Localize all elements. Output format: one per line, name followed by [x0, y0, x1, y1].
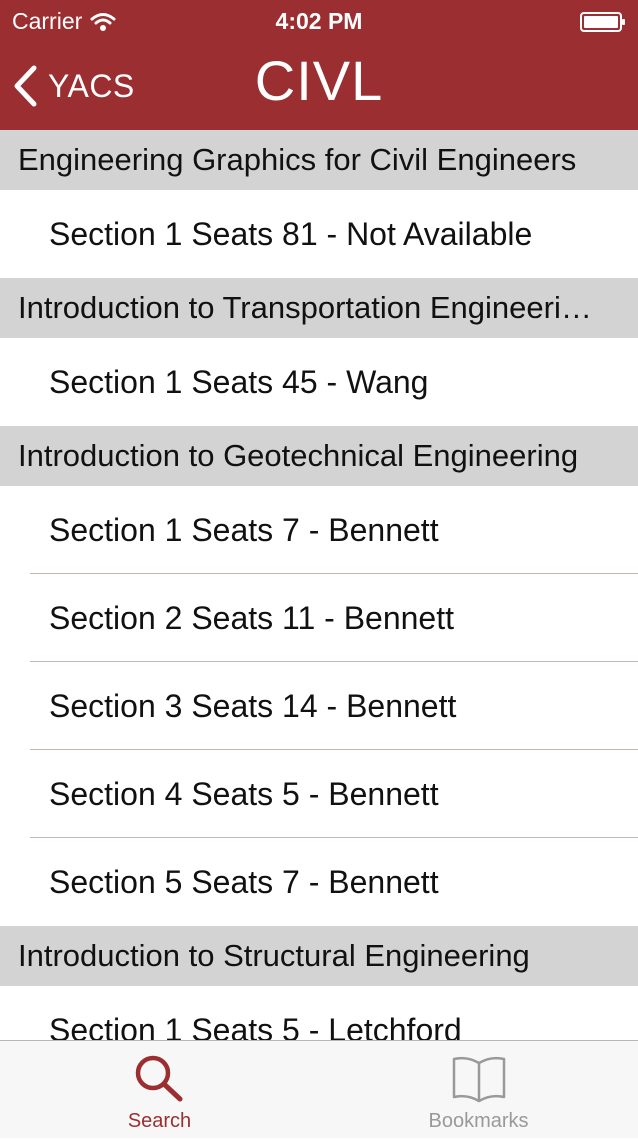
- search-icon: [135, 1055, 182, 1102]
- section-row[interactable]: Section 4 Seats 5 - Bennett: [0, 750, 638, 838]
- tab-search[interactable]: Search: [0, 1041, 319, 1139]
- section-row[interactable]: Section 3 Seats 14 - Bennett: [0, 662, 638, 750]
- page-title: CIVL: [254, 49, 384, 112]
- section-row[interactable]: Section 2 Seats 11 - Bennett: [0, 574, 638, 662]
- app-header: Carrier 4:02 PM YACS CIVL: [0, 0, 638, 130]
- section-row[interactable]: Section 1 Seats 5 - Letchford: [0, 986, 638, 1041]
- section-row[interactable]: Section 5 Seats 7 - Bennett: [0, 838, 638, 926]
- section-row[interactable]: Section 1 Seats 7 - Bennett: [0, 486, 638, 574]
- tab-search-label: Search: [127, 1110, 192, 1132]
- course-list[interactable]: Engineering Graphics for Civil Engineers…: [0, 130, 638, 1040]
- battery-icon: [580, 12, 625, 32]
- section-header: Introduction to Structural Engineering: [0, 926, 638, 986]
- tab-bookmarks[interactable]: Bookmarks: [319, 1041, 638, 1139]
- tab-bookmarks-label: Bookmarks: [428, 1110, 529, 1132]
- book-icon: [452, 1056, 505, 1103]
- section-header: Engineering Graphics for Civil Engineers: [0, 130, 638, 190]
- status-time: 4:02 PM: [275, 8, 363, 34]
- status-bar: Carrier 4:02 PM: [0, 0, 638, 44]
- section-header: Introduction to Geotechnical Engineering: [0, 426, 638, 486]
- section-row[interactable]: Section 1 Seats 81 - Not Available: [0, 190, 638, 278]
- section-row[interactable]: Section 1 Seats 45 - Wang: [0, 338, 638, 426]
- section-header: Introduction to Transportation Engineeri…: [0, 278, 638, 338]
- navigation-bar: YACS CIVL: [0, 44, 638, 130]
- tab-bar: Search Bookmarks: [0, 1040, 638, 1138]
